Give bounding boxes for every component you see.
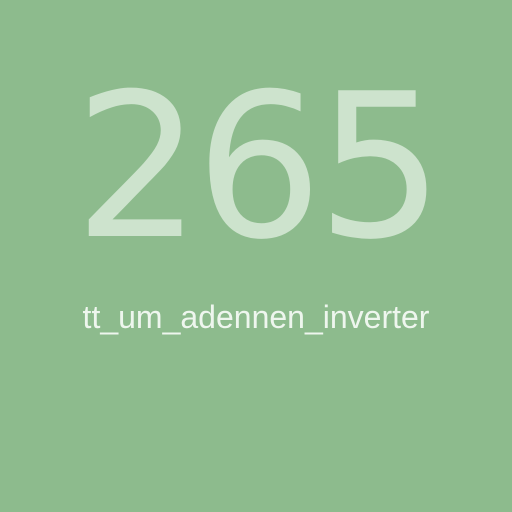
tile-caption: tt_um_adennen_inverter bbox=[82, 299, 430, 335]
tile-number: 265 bbox=[74, 51, 444, 284]
tile: 265 tt_um_adennen_inverter bbox=[0, 0, 512, 512]
